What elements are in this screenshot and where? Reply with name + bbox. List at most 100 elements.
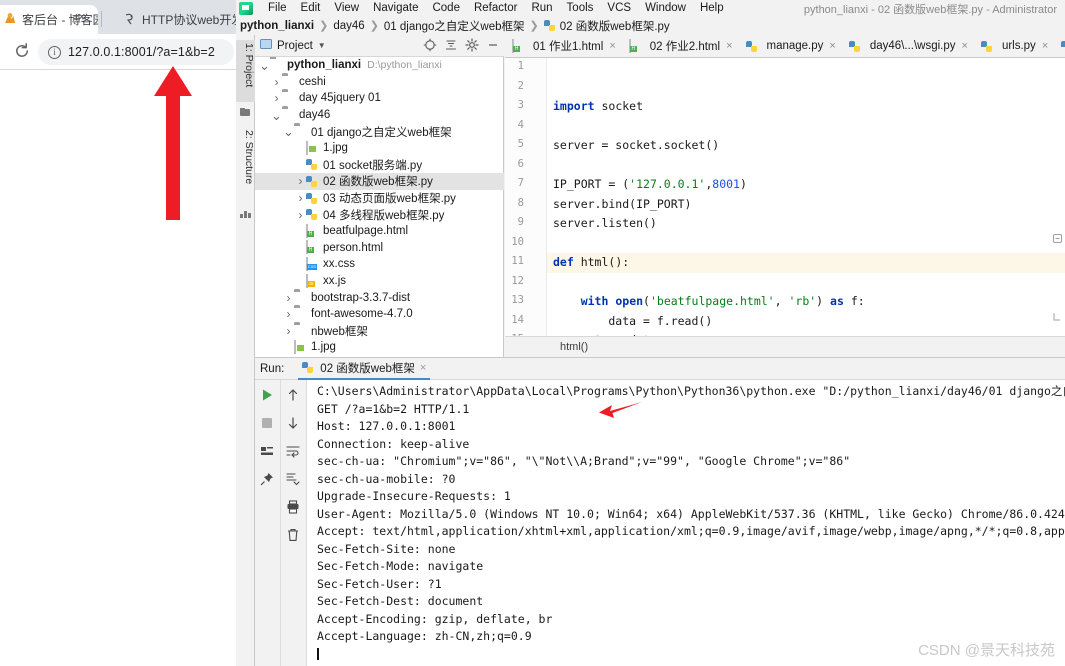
editor-tab[interactable]: 02 作业2.html × <box>622 35 739 57</box>
chevron-right-icon[interactable]: › <box>295 175 306 187</box>
menu-run[interactable]: Run <box>524 2 559 14</box>
tree-row[interactable]: person.html <box>255 240 504 257</box>
collapse-all-icon[interactable] <box>444 38 458 52</box>
scroll-down-icon[interactable] <box>286 416 302 432</box>
chevron-down-icon[interactable]: ▼ <box>318 41 326 50</box>
tree-row[interactable]: › font-awesome-4.7.0 <box>255 306 504 323</box>
sidebar-item-project[interactable]: 1: Project <box>236 40 255 102</box>
project-file-tree[interactable]: ⌄ python_lianxi D:\python_lianxi › ceshi › day… <box>255 57 504 357</box>
console-line: sec-ch-ua-mobile: ?0 <box>317 471 456 486</box>
breadcrumb-project[interactable]: python_lianxi <box>240 20 314 32</box>
menu-edit[interactable]: Edit <box>294 2 328 14</box>
editor-tab[interactable]: 01 作业1.html × <box>505 35 622 57</box>
hide-panel-icon[interactable] <box>486 38 500 52</box>
code-line: IP_PORT = ('127.0.0.1',8001) <box>553 177 747 191</box>
soft-wrap-icon[interactable] <box>286 444 302 460</box>
editor-tab[interactable]: day46\...\wsgi.py × <box>842 35 974 57</box>
code-area[interactable]: 12345678910111213141516 import socketser… <box>505 58 1065 336</box>
browser-tab-inactive[interactable]: HTTP协议web开发知 <box>112 5 236 34</box>
menu-tools[interactable]: Tools <box>560 2 601 14</box>
html-file-icon <box>306 223 319 238</box>
tree-row[interactable]: xx.js <box>255 273 504 290</box>
chevron-right-icon[interactable]: › <box>283 308 294 320</box>
tree-row[interactable]: › nbweb框架 <box>255 323 504 340</box>
tree-row[interactable]: 1.jpg <box>255 339 504 356</box>
line-number: 7 <box>517 177 524 189</box>
tree-row[interactable]: › 04 多线程版web框架.py <box>255 206 504 223</box>
editor-tab-label: 02 作业2.html <box>649 41 721 53</box>
locate-icon[interactable] <box>423 38 437 52</box>
chevron-right-icon[interactable]: › <box>295 209 306 221</box>
editor-tab-bar: 01 作业1.html×02 作业2.html×manage.py×day46\… <box>505 35 1065 58</box>
menu-view[interactable]: View <box>327 2 366 14</box>
breadcrumb-folder[interactable]: 01 django之自定义web框架 <box>384 18 525 34</box>
tree-row[interactable]: 1.jpg <box>255 140 504 157</box>
editor-tab[interactable]: manage.py × <box>739 35 842 57</box>
tree-row[interactable]: › bootstrap-3.3.7-dist <box>255 289 504 306</box>
run-configuration-tab[interactable]: 02 函数版web框架 × <box>298 358 431 380</box>
editor-tab[interactable]: urls.py × <box>974 35 1054 57</box>
code-line: with open('beatfulpage.html', 'rb') as f… <box>580 294 865 308</box>
scroll-to-end-icon[interactable] <box>286 472 302 488</box>
sidebar-item-structure[interactable]: 2: Structure <box>236 127 255 203</box>
close-icon[interactable]: × <box>1042 40 1048 52</box>
menu-window[interactable]: Window <box>638 2 693 14</box>
chevron-right-icon[interactable]: › <box>295 192 306 204</box>
menu-vcs[interactable]: VCS <box>600 2 638 14</box>
chevron-down-icon[interactable]: ⌄ <box>271 109 282 122</box>
menu-code[interactable]: Code <box>425 2 467 14</box>
settings-gear-icon[interactable] <box>465 38 479 52</box>
article-favicon <box>122 12 137 27</box>
tree-row[interactable]: › day 45jquery 01 <box>255 90 504 107</box>
restore-layout-icon[interactable] <box>260 444 276 460</box>
fold-end-icon[interactable] <box>1053 312 1062 321</box>
menu-navigate[interactable]: Navigate <box>366 2 425 14</box>
menu-refactor[interactable]: Refactor <box>467 2 524 14</box>
close-icon[interactable]: × <box>726 40 732 52</box>
site-info-icon[interactable]: i <box>48 45 61 59</box>
browser-tab-close-button[interactable]: × <box>78 10 86 23</box>
tree-row[interactable]: 01 socket服务端.py <box>255 157 504 174</box>
tree-row[interactable]: xx.css <box>255 256 504 273</box>
console-line: Accept-Encoding: gzip, deflate, br <box>317 611 553 626</box>
close-icon[interactable]: × <box>609 40 615 52</box>
reload-icon[interactable] <box>12 42 32 62</box>
pycharm-logo-icon <box>239 1 253 15</box>
folder-icon <box>294 291 307 304</box>
tree-row[interactable]: › 03 动态页面版web框架.py <box>255 190 504 207</box>
chevron-right-icon[interactable]: › <box>283 325 294 337</box>
chevron-right-icon[interactable]: › <box>271 76 282 88</box>
menu-file[interactable]: File <box>261 2 294 14</box>
line-number: 2 <box>517 79 524 92</box>
menu-help[interactable]: Help <box>693 2 731 14</box>
close-icon[interactable]: × <box>420 362 426 374</box>
tree-row[interactable]: ⌄ day46 <box>255 107 504 124</box>
tree-row[interactable]: › ceshi <box>255 74 504 91</box>
breadcrumb-day46[interactable]: day46 <box>333 20 364 32</box>
close-icon[interactable]: × <box>962 40 968 52</box>
breadcrumb-file[interactable]: 02 函数版web框架.py <box>560 18 670 34</box>
chevron-right-icon[interactable]: › <box>283 292 294 304</box>
chevron-down-icon[interactable]: ⌄ <box>283 125 294 138</box>
chevron-down-icon[interactable]: ⌄ <box>259 59 270 72</box>
run-panel-header: Run: 02 函数版web框架 × <box>255 358 1065 380</box>
rerun-icon[interactable] <box>260 388 276 404</box>
fold-collapse-icon[interactable]: − <box>1053 234 1062 243</box>
tree-row[interactable]: ⌄ 01 django之自定义web框架 <box>255 123 504 140</box>
editor-breadcrumb[interactable]: html() <box>505 336 1065 357</box>
tree-row[interactable]: ⌄ python_lianxi D:\python_lianxi <box>255 57 504 74</box>
editor-tab-label: manage.py <box>766 40 824 52</box>
clear-all-icon[interactable] <box>286 528 302 544</box>
console-output[interactable]: C:\Users\Administrator\AppData\Local\Pro… <box>308 380 1065 666</box>
tree-row[interactable]: › 02 函数版web框架.py <box>255 173 504 190</box>
chevron-right-icon[interactable]: › <box>271 92 282 104</box>
address-bar[interactable]: i 127.0.0.1:8001/?a=1&b=2 <box>38 39 234 65</box>
scroll-up-icon[interactable] <box>286 388 302 404</box>
browser-tab-title: HTTP协议web开发知 <box>142 13 236 27</box>
pin-tab-icon[interactable] <box>260 472 276 488</box>
close-icon[interactable]: × <box>829 40 835 52</box>
tree-row[interactable]: beatfulpage.html <box>255 223 504 240</box>
editor-tab[interactable]: day47\ <box>1054 35 1065 57</box>
stop-icon[interactable] <box>260 416 276 432</box>
print-icon[interactable] <box>286 500 302 516</box>
